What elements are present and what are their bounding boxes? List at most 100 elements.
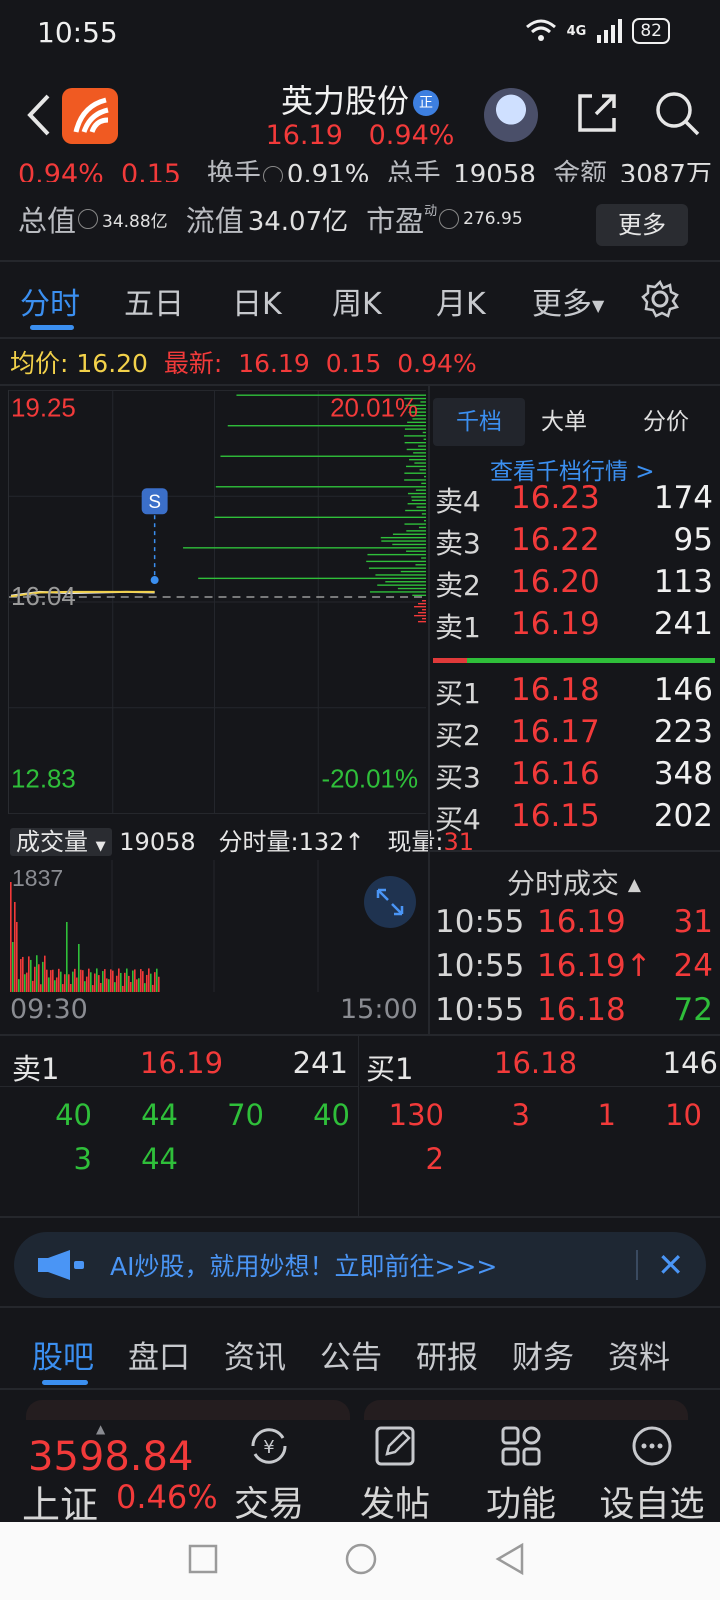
volume-bar: [16, 922, 18, 992]
volume-bar: [40, 984, 42, 992]
tab-monthly-k[interactable]: 月K: [436, 279, 486, 323]
tab-research[interactable]: 研报: [416, 1332, 478, 1377]
depth-bar: [422, 617, 426, 620]
amount-value: 3087万: [619, 160, 712, 182]
tab-news[interactable]: 资讯: [224, 1332, 286, 1377]
tab-daily-k[interactable]: 日K: [232, 279, 282, 323]
tab-order-book[interactable]: 千档: [433, 398, 525, 446]
volume-bar: [80, 969, 82, 992]
index-name[interactable]: 上证: [22, 1474, 98, 1529]
volume-bar: [114, 982, 116, 992]
queue-cell: 40: [313, 1098, 350, 1132]
volume-bar: [64, 974, 66, 992]
time-sales-header[interactable]: 分时成交 ▲: [433, 862, 715, 902]
depth-bar: [404, 472, 426, 474]
amount-label: 金额: [553, 159, 608, 182]
trade-row: 10:55 16.19 31: [435, 904, 713, 940]
nav-post[interactable]: 发帖: [340, 1420, 450, 1527]
tab-five-day[interactable]: 五日: [124, 279, 184, 323]
volume-bar: [104, 969, 106, 992]
vol-max-label: 1837: [12, 865, 63, 891]
nav-add-watchlist[interactable]: 设自选: [592, 1420, 712, 1527]
volume-bar: [10, 882, 12, 992]
info-icon[interactable]: [78, 209, 99, 229]
up-arrow-icon: ↑: [344, 828, 365, 856]
more-button[interactable]: 更多: [596, 204, 688, 246]
per-min-value: 132: [298, 828, 345, 856]
queue-cell: 130: [388, 1098, 444, 1132]
volume-bar: [134, 969, 136, 992]
volume-chart[interactable]: 1837: [8, 860, 426, 992]
volume-bar: [22, 956, 24, 992]
tab-market[interactable]: 盘口: [128, 1332, 190, 1377]
home-icon[interactable]: [344, 1542, 378, 1576]
volume-bar: [58, 968, 60, 992]
nav-trade[interactable]: ¥ 交易: [214, 1420, 324, 1527]
volume-bar: [78, 944, 80, 992]
depth-bar: [404, 523, 426, 525]
search-icon[interactable]: [652, 88, 702, 138]
info-pct: 0.94%: [18, 159, 104, 182]
tab-forum[interactable]: 股吧: [32, 1332, 94, 1377]
share-icon[interactable]: [574, 90, 620, 136]
volume-dropdown[interactable]: 成交量 ▼: [10, 828, 112, 856]
volume-bar: [126, 968, 128, 992]
depth-bar: [421, 557, 426, 559]
nav-add-watchlist-label: 设自选: [599, 1485, 705, 1525]
info-icon[interactable]: [439, 209, 460, 229]
pe-dynamic-tag: 动: [424, 203, 438, 219]
back-icon[interactable]: [494, 1542, 526, 1576]
depth-bar: [422, 600, 426, 602]
yuan-exchange-icon: ¥: [251, 1428, 287, 1464]
expand-button: [364, 876, 416, 928]
ai-robot-icon[interactable]: [484, 88, 538, 142]
depth-bar: [214, 516, 426, 519]
order-queue: 卖1 16.19 241 40 44 70 40 3 44 买1 16.18 1…: [0, 1036, 720, 1216]
volume-bar: [52, 969, 54, 992]
status-icons: 4G 82: [525, 18, 670, 44]
depth-bar: [418, 602, 426, 605]
tab-more[interactable]: 更多▼: [532, 279, 604, 323]
tab-intraday[interactable]: 分时: [20, 279, 80, 323]
depth-bar: [385, 581, 426, 583]
volume-bar: [118, 968, 120, 992]
recent-apps-icon[interactable]: [188, 1544, 218, 1574]
volume-bar: [152, 984, 154, 992]
nav-features[interactable]: 功能: [466, 1420, 576, 1527]
volume-bar: [24, 974, 26, 992]
buy-queue-price: 16.18: [494, 1046, 578, 1080]
volume-bar: [48, 977, 50, 992]
volume-bar: [112, 970, 114, 992]
depth-bar: [414, 605, 426, 608]
tab-profile[interactable]: 资料: [608, 1332, 670, 1377]
tab-price-distribution[interactable]: 分价: [643, 398, 689, 446]
depth-bar: [404, 428, 426, 430]
index-pct[interactable]: 0.46%: [116, 1478, 218, 1516]
depth-bar: [414, 462, 426, 464]
volume-bar: [74, 968, 76, 992]
depth-bar: [227, 425, 426, 427]
tab-finance[interactable]: 财务: [512, 1332, 574, 1377]
pe-value: 276.95: [463, 209, 523, 229]
volume-bar: [130, 981, 132, 992]
depth-bar: [414, 614, 426, 617]
depth-bar: [423, 438, 426, 440]
depth-bar: [392, 543, 426, 546]
tab-announcements[interactable]: 公告: [320, 1332, 382, 1377]
y-low-label: 12.83: [11, 766, 76, 794]
ai-promo-banner[interactable]: AI炒股，就用妙想！立即前往>>> ✕: [14, 1232, 706, 1298]
banner-text[interactable]: AI炒股，就用妙想！立即前往>>>: [110, 1247, 497, 1283]
settings-gear-icon[interactable]: [640, 279, 680, 319]
volume-bar: [32, 980, 34, 992]
order-book-row: 买4 16.15 202: [435, 798, 713, 836]
depth-bar: [415, 564, 426, 566]
depth-bar: [418, 445, 426, 447]
queue-cell: 44: [141, 1142, 178, 1176]
trade-row: 10:55 16.19↑ 24: [435, 948, 713, 984]
depth-bar: [409, 458, 426, 461]
tab-weekly-k[interactable]: 周K: [332, 279, 382, 323]
depth-bar: [368, 567, 426, 569]
close-icon[interactable]: ✕: [657, 1246, 684, 1284]
tab-large-orders[interactable]: 大单: [541, 398, 587, 446]
intraday-chart[interactable]: S 19.25 20.01% 16.04 12.83 -20.01%: [8, 390, 426, 814]
